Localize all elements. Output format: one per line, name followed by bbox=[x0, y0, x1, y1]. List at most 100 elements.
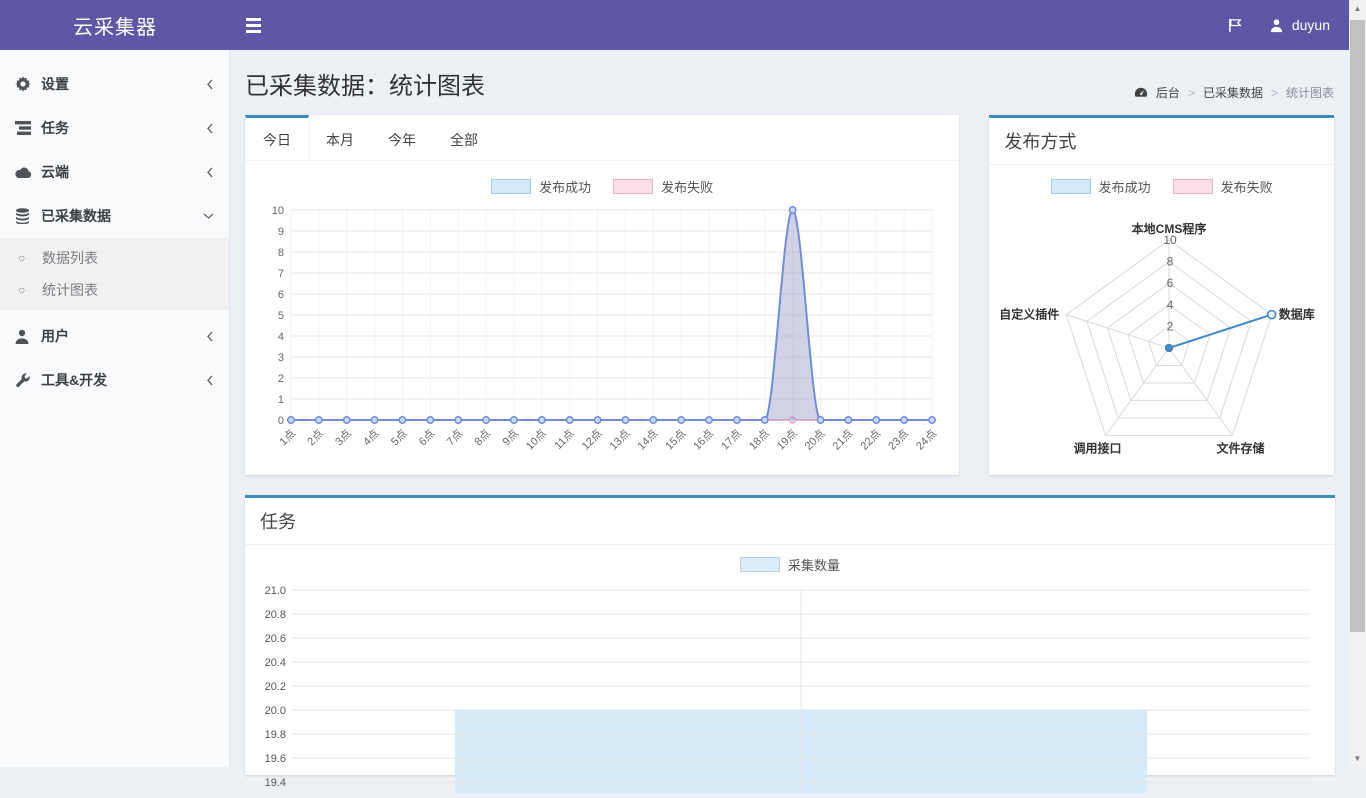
breadcrumb-separator: > bbox=[1271, 86, 1278, 100]
legend-item-collect-count[interactable]: 采集数量 bbox=[740, 555, 840, 574]
svg-text:20.4: 20.4 bbox=[265, 657, 286, 669]
tasks-icon bbox=[15, 121, 41, 135]
period-tabs: 今日 本月 今年 全部 bbox=[245, 115, 959, 161]
user-menu-button[interactable]: duyun bbox=[1269, 17, 1330, 33]
svg-text:10: 10 bbox=[272, 205, 284, 217]
hamburger-icon bbox=[246, 30, 261, 33]
svg-text:19.4: 19.4 bbox=[265, 777, 286, 789]
svg-text:20点: 20点 bbox=[802, 427, 828, 453]
sidebar-item-label: 用户 bbox=[41, 326, 206, 346]
svg-text:12点: 12点 bbox=[579, 427, 605, 453]
tab-this-month[interactable]: 本月 bbox=[309, 115, 371, 160]
cloud-icon bbox=[15, 166, 41, 178]
circle-icon: ○ bbox=[18, 283, 42, 297]
svg-text:4点: 4点 bbox=[360, 427, 381, 448]
svg-text:7: 7 bbox=[278, 268, 284, 280]
svg-text:0: 0 bbox=[278, 415, 284, 427]
legend-item-fail[interactable]: 发布失败 bbox=[1173, 177, 1273, 196]
app-brand[interactable]: 云采集器 bbox=[0, 0, 230, 50]
sidebar-item-settings[interactable]: 设置 bbox=[0, 62, 229, 106]
chevron-left-icon bbox=[206, 331, 214, 342]
wrench-icon bbox=[15, 373, 41, 388]
legend-swatch-success bbox=[1051, 179, 1091, 194]
scroll-down-arrow-icon[interactable]: ▼ bbox=[1349, 750, 1366, 767]
svg-text:调用接口: 调用接口 bbox=[1074, 440, 1122, 455]
svg-text:16点: 16点 bbox=[691, 427, 717, 453]
svg-text:19.8: 19.8 bbox=[265, 729, 286, 741]
svg-text:1: 1 bbox=[278, 394, 284, 406]
svg-text:9: 9 bbox=[278, 226, 284, 238]
svg-text:文件存储: 文件存储 bbox=[1217, 440, 1265, 455]
legend-label: 发布失败 bbox=[1221, 177, 1273, 196]
legend-swatch-success bbox=[491, 179, 531, 194]
tasks-panel: 任务 采集数量 21.020.820.620.420.220.019.819.6… bbox=[245, 495, 1335, 775]
sidebar-toggle-button[interactable] bbox=[230, 0, 276, 50]
svg-text:9点: 9点 bbox=[500, 427, 521, 448]
hourly-publish-area-chart[interactable]: 1点2点3点4点5点6点7点8点9点10点11点12点13点14点15点16点1… bbox=[255, 200, 948, 468]
legend-label: 发布成功 bbox=[539, 177, 591, 196]
tab-all[interactable]: 全部 bbox=[433, 115, 495, 160]
breadcrumb-link[interactable]: 后台 bbox=[1156, 84, 1180, 101]
svg-text:5点: 5点 bbox=[388, 427, 409, 448]
svg-text:4: 4 bbox=[278, 331, 284, 343]
scrollbar-thumb[interactable] bbox=[1350, 20, 1365, 632]
svg-text:7点: 7点 bbox=[444, 427, 465, 448]
sidebar-item-tools-dev[interactable]: 工具&开发 bbox=[0, 358, 229, 402]
chevron-left-icon bbox=[206, 375, 214, 386]
svg-text:20.0: 20.0 bbox=[265, 705, 286, 717]
svg-text:2: 2 bbox=[278, 373, 284, 385]
page-title: 已采集数据：统计图表 bbox=[245, 66, 485, 101]
svg-text:6: 6 bbox=[1167, 276, 1174, 290]
chevron-left-icon bbox=[206, 79, 214, 90]
svg-text:17点: 17点 bbox=[718, 427, 744, 453]
sidebar-item-label: 工具&开发 bbox=[41, 370, 206, 390]
username-label: duyun bbox=[1292, 17, 1330, 33]
hamburger-icon bbox=[246, 24, 261, 27]
legend-item-success[interactable]: 发布成功 bbox=[1051, 177, 1151, 196]
tab-today[interactable]: 今日 bbox=[245, 115, 309, 160]
dashboard-icon bbox=[1134, 86, 1148, 100]
legend-item-success[interactable]: 发布成功 bbox=[491, 177, 591, 196]
svg-text:15点: 15点 bbox=[663, 427, 689, 453]
svg-text:11点: 11点 bbox=[552, 427, 577, 452]
svg-text:18点: 18点 bbox=[746, 427, 772, 453]
circle-icon: ○ bbox=[18, 251, 42, 265]
legend-swatch-fail bbox=[613, 179, 653, 194]
sidebar-item-label: 已采集数据 bbox=[41, 206, 203, 226]
legend-swatch-collect bbox=[740, 557, 780, 572]
sidebar-item-label: 设置 bbox=[41, 74, 206, 94]
svg-text:10点: 10点 bbox=[523, 427, 549, 453]
svg-text:自定义插件: 自定义插件 bbox=[1000, 307, 1060, 322]
legend-label: 发布成功 bbox=[1099, 177, 1151, 196]
gear-icon bbox=[15, 76, 41, 92]
breadcrumb: 后台 > 已采集数据 > 统计图表 bbox=[1134, 84, 1334, 101]
sidebar-item-tasks[interactable]: 任务 bbox=[0, 106, 229, 150]
svg-text:2: 2 bbox=[1167, 319, 1174, 333]
hamburger-icon bbox=[246, 18, 261, 21]
sidebar: 设置 任务 云端 已采集数据 ○ 数据列表 bbox=[0, 50, 230, 767]
scroll-up-arrow-icon[interactable]: ▲ bbox=[1349, 0, 1366, 17]
sidebar-item-label: 任务 bbox=[41, 118, 206, 138]
chevron-left-icon bbox=[206, 167, 214, 178]
sidebar-subitem-stats-charts[interactable]: ○ 统计图表 bbox=[0, 274, 229, 306]
tab-this-year[interactable]: 今年 bbox=[371, 115, 433, 160]
user-icon bbox=[1269, 18, 1284, 33]
sidebar-item-users[interactable]: 用户 bbox=[0, 314, 229, 358]
sidebar-subitem-data-list[interactable]: ○ 数据列表 bbox=[0, 242, 229, 274]
publish-method-radar-chart[interactable]: 246810本地CMS程序数据库文件存储调用接口自定义插件 bbox=[999, 200, 1322, 468]
breadcrumb-separator: > bbox=[1188, 86, 1195, 100]
svg-text:3: 3 bbox=[278, 352, 284, 364]
sidebar-subitem-label: 数据列表 bbox=[42, 248, 98, 268]
vertical-scrollbar[interactable]: ▲ ▼ bbox=[1349, 0, 1366, 767]
publish-method-legend: 发布成功 发布失败 bbox=[999, 169, 1324, 200]
sidebar-subitem-label: 统计图表 bbox=[42, 280, 98, 300]
chevron-down-icon bbox=[203, 212, 214, 220]
flag-menu-button[interactable] bbox=[1228, 18, 1243, 33]
sidebar-item-collected-data[interactable]: 已采集数据 bbox=[0, 194, 229, 238]
task-collect-bar-chart[interactable]: 21.020.820.620.420.220.019.819.619.4 bbox=[260, 578, 1320, 793]
sidebar-item-cloud[interactable]: 云端 bbox=[0, 150, 229, 194]
legend-item-fail[interactable]: 发布失败 bbox=[613, 177, 713, 196]
svg-text:5: 5 bbox=[278, 310, 284, 322]
breadcrumb-link[interactable]: 已采集数据 bbox=[1203, 84, 1263, 101]
svg-text:20.8: 20.8 bbox=[265, 609, 286, 621]
